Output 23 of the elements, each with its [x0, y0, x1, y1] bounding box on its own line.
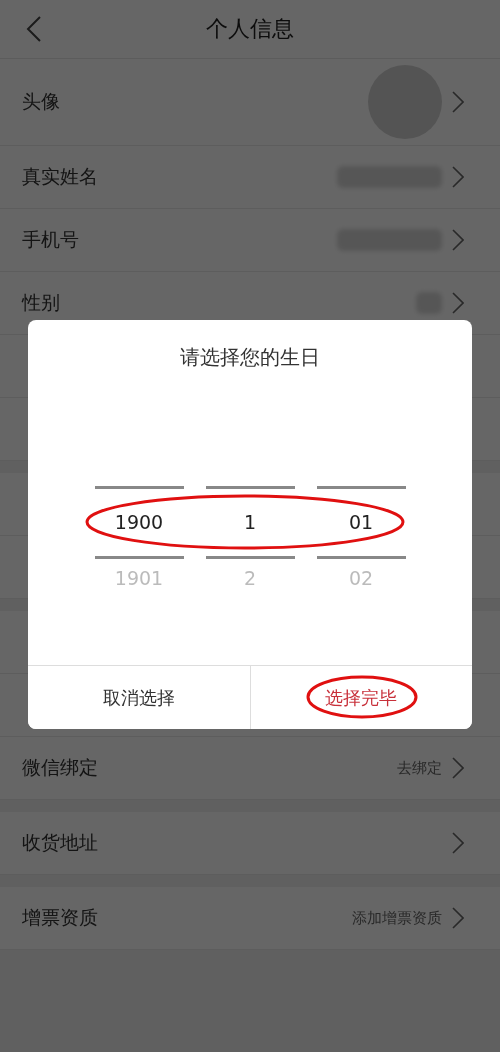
row-label: 性别: [22, 290, 60, 315]
dialog-title: 请选择您的生日: [179, 344, 321, 371]
picker-option[interactable]: 1900: [114, 489, 164, 556]
chevron-icon[interactable]: [452, 757, 464, 779]
back-icon[interactable]: [26, 15, 42, 43]
row-label: 真实姓名: [22, 164, 98, 189]
row-label: 增票资质: [22, 905, 98, 930]
chevron-icon[interactable]: [452, 166, 464, 188]
chevron-icon[interactable]: [452, 832, 464, 854]
row-label: 手机号: [22, 227, 79, 252]
row-label: 收货地址: [22, 830, 98, 855]
chevron-icon[interactable]: [452, 91, 464, 113]
row-label: 头像: [22, 89, 60, 114]
row-value: 去绑定: [397, 758, 442, 778]
row-value: 添加增票资质: [352, 908, 442, 928]
picker-option[interactable]: 01: [348, 489, 374, 556]
page-title: 个人信息: [206, 15, 294, 43]
chevron-icon[interactable]: [452, 907, 464, 929]
picker-option[interactable]: 1: [243, 489, 257, 556]
chevron-icon[interactable]: [452, 229, 464, 251]
chevron-icon[interactable]: [452, 292, 464, 314]
row-label: 微信绑定: [22, 755, 98, 780]
dialog-button[interactable]: 选择完毕: [249, 666, 472, 729]
